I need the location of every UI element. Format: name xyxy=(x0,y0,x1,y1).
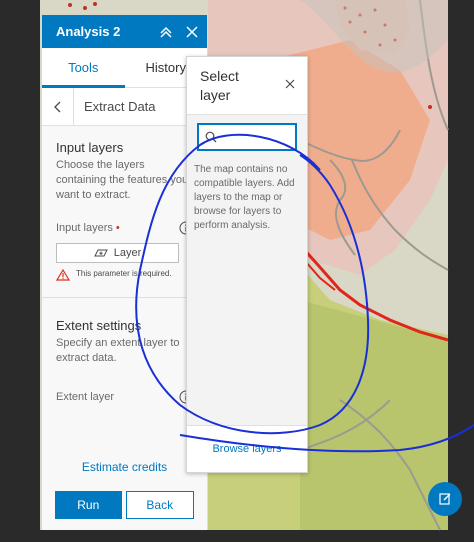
section-divider xyxy=(42,297,207,298)
floating-action-button[interactable] xyxy=(428,482,462,516)
close-icon[interactable] xyxy=(285,79,295,89)
chevron-left-icon[interactable] xyxy=(42,87,74,126)
layer-button-label: Layer xyxy=(113,247,142,259)
edit-icon xyxy=(439,493,451,505)
input-layers-label: Input layers xyxy=(56,222,113,234)
panel-tabs: Tools History xyxy=(42,48,207,88)
layer-button[interactable]: Layer xyxy=(56,243,179,263)
tool-header: Extract Data xyxy=(42,87,207,126)
input-layers-description: Choose the layers containing the feature… xyxy=(56,159,189,201)
extent-layer-field: Extent layer xyxy=(56,390,193,404)
browse-layers-link[interactable]: Browse layers xyxy=(187,425,307,472)
action-buttons: Run Back xyxy=(55,491,194,519)
input-layers-field: Input layers • xyxy=(56,221,193,235)
tab-tools[interactable]: Tools xyxy=(42,48,125,88)
chevrons-up-icon[interactable] xyxy=(155,21,177,43)
search-box xyxy=(197,123,297,151)
popover-title: Select layer xyxy=(200,68,239,103)
validation-error: This parameter is required. xyxy=(56,269,193,281)
select-layer-popover: Select layer The map contains no compati… xyxy=(186,56,308,473)
no-layers-message: The map contains no compatible layers. A… xyxy=(194,164,295,231)
popover-header: Select layer xyxy=(187,57,307,115)
search-icon xyxy=(205,131,217,143)
estimate-credits-link[interactable]: Estimate credits xyxy=(42,460,207,474)
search-wrap xyxy=(187,115,307,151)
search-input[interactable] xyxy=(223,127,283,147)
close-icon[interactable] xyxy=(181,21,203,43)
input-layers-section: Input layers Choose the layers containin… xyxy=(42,140,207,281)
run-button[interactable]: Run xyxy=(55,491,122,519)
back-button[interactable]: Back xyxy=(125,491,194,519)
extent-settings-title: Extent settings xyxy=(56,318,142,333)
panel-header: Analysis 2 xyxy=(42,15,207,48)
extent-settings-description: Specify an extent layer to extract data. xyxy=(56,337,180,364)
required-mark: • xyxy=(115,222,120,234)
extent-layer-label: Extent layer xyxy=(56,391,115,403)
panel-title: Analysis 2 xyxy=(56,24,121,39)
extent-settings-section: Extent settings Specify an extent layer … xyxy=(42,318,207,404)
analysis-panel: Analysis 2 Tools History Extract Data In… xyxy=(42,15,208,530)
layer-add-icon xyxy=(93,249,108,257)
warning-icon xyxy=(56,269,70,281)
error-text: This parameter is required. xyxy=(76,269,172,278)
tool-name: Extract Data xyxy=(84,99,156,114)
input-layers-title: Input layers xyxy=(56,140,124,155)
